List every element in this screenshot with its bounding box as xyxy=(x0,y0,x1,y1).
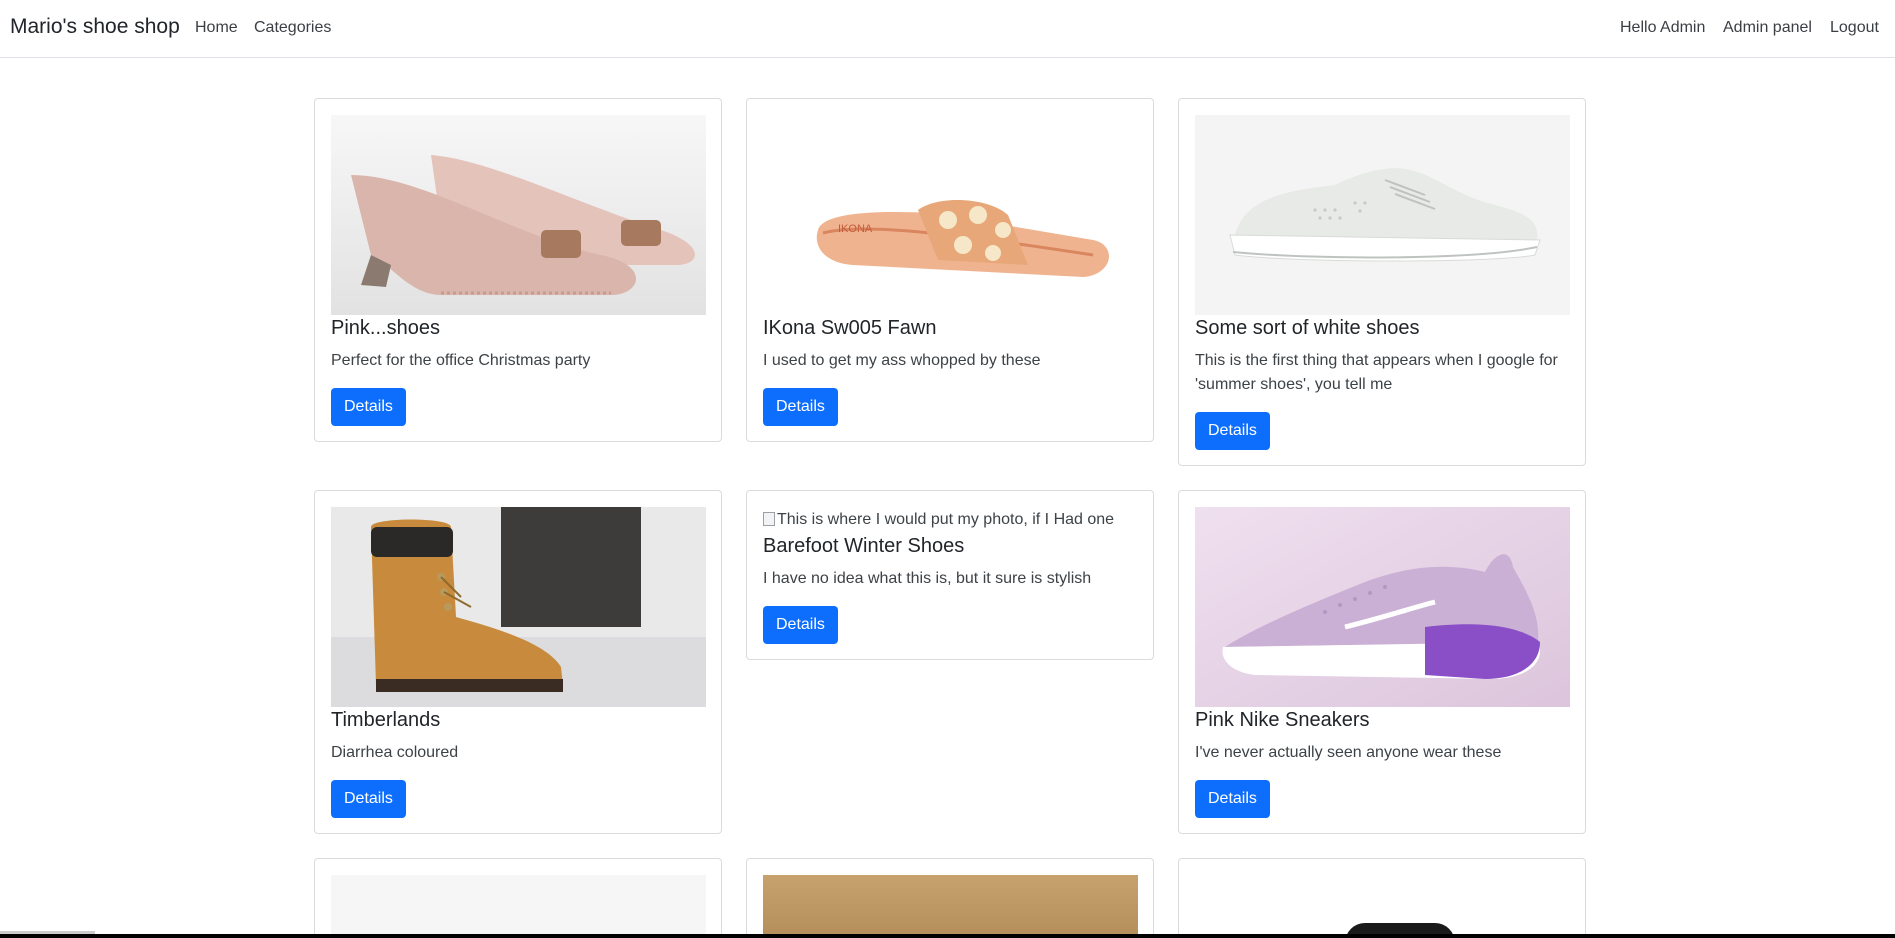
product-image-pink-nike xyxy=(1195,507,1570,707)
product-card xyxy=(314,858,722,938)
product-title: Pink...shoes xyxy=(331,317,440,339)
product-image xyxy=(1195,875,1570,938)
window-bottom-edge xyxy=(0,934,1895,938)
details-button[interactable]: Details xyxy=(331,388,406,426)
product-card: Pink...shoes Perfect for the office Chri… xyxy=(314,98,722,442)
product-image-pink-heels xyxy=(331,115,706,315)
product-title: Timberlands xyxy=(331,709,441,731)
product-title: Barefoot Winter Shoes xyxy=(763,535,965,557)
product-title: IKona Sw005 Fawn xyxy=(763,317,937,339)
details-button[interactable]: Details xyxy=(331,780,406,818)
product-image-boots xyxy=(331,507,706,707)
details-button[interactable]: Details xyxy=(763,606,838,644)
product-card: Some sort of white shoes This is the fir… xyxy=(1178,98,1586,466)
product-description: Perfect for the office Christmas party xyxy=(331,352,591,369)
nav-categories-link[interactable]: Categories xyxy=(254,19,331,37)
product-title: Some sort of white shoes xyxy=(1195,317,1420,339)
product-card: Pink Nike Sneakers I've never actually s… xyxy=(1178,490,1586,834)
brand-link[interactable]: Mario's shoe shop xyxy=(10,15,180,39)
svg-text:IKONA: IKONA xyxy=(838,223,873,235)
product-card: This is where I would put my photo, if I… xyxy=(746,490,1154,660)
image-alt-text: This is where I would put my photo, if I… xyxy=(777,511,1115,528)
nav-admin-panel-link[interactable]: Admin panel xyxy=(1723,19,1812,37)
product-image xyxy=(763,875,1138,938)
product-image-white-sneaker xyxy=(1195,115,1570,315)
product-description: This is the first thing that appears whe… xyxy=(1195,352,1558,393)
broken-image: This is where I would put my photo, if I… xyxy=(763,511,1114,529)
product-description: I have no idea what this is, but it sure… xyxy=(763,570,1092,587)
details-button[interactable]: Details xyxy=(763,388,838,426)
product-card: Timberlands Diarrhea coloured Details xyxy=(314,490,722,834)
product-image-sandal: IKONA xyxy=(763,115,1138,315)
product-image xyxy=(331,875,706,938)
window-bottom-tab xyxy=(0,931,95,934)
nav-logout-link[interactable]: Logout xyxy=(1830,19,1879,37)
product-description: I used to get my ass whopped by these xyxy=(763,352,1041,369)
nav-home-link[interactable]: Home xyxy=(195,19,238,37)
broken-image-icon xyxy=(763,512,775,526)
product-title: Pink Nike Sneakers xyxy=(1195,709,1370,731)
product-description: I've never actually seen anyone wear the… xyxy=(1195,744,1502,761)
nav-hello-user[interactable]: Hello Admin xyxy=(1620,19,1705,37)
product-card xyxy=(1178,858,1586,938)
details-button[interactable]: Details xyxy=(1195,780,1270,818)
navbar: Mario's shoe shop Home Categories Hello … xyxy=(0,0,1895,58)
product-card xyxy=(746,858,1154,938)
product-description: Diarrhea coloured xyxy=(331,744,459,761)
product-card: IKONA IKona Sw005 Fawn I used to get my … xyxy=(746,98,1154,442)
details-button[interactable]: Details xyxy=(1195,412,1270,450)
